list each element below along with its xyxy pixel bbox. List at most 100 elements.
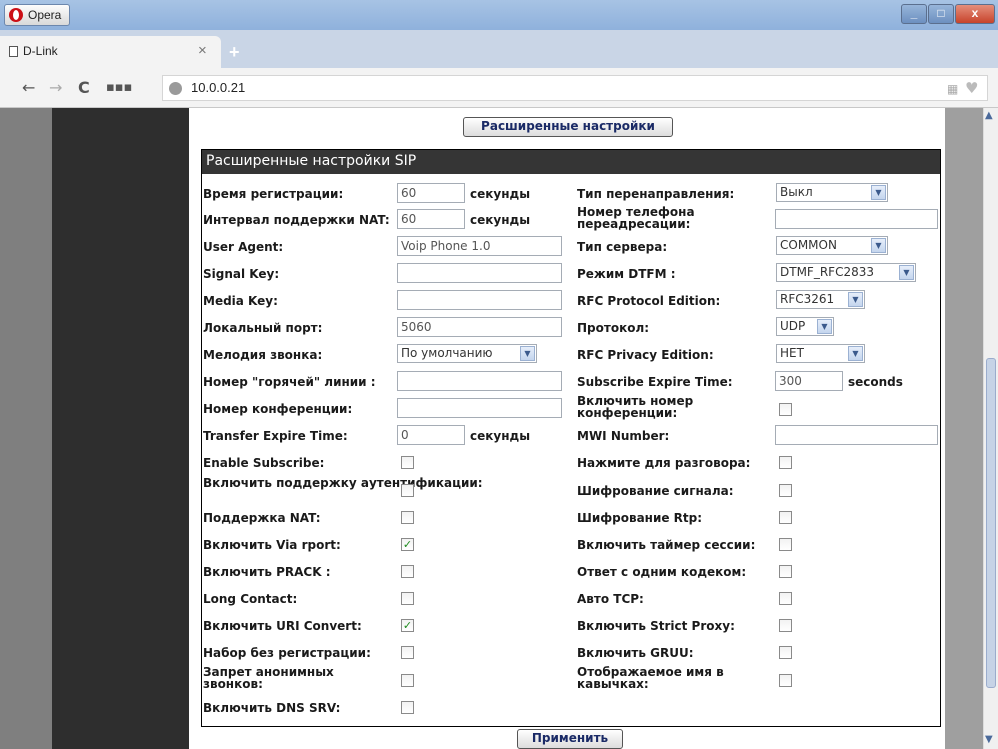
enable-subscribe-checkbox[interactable] [401, 456, 414, 469]
apply-button[interactable]: Применить [517, 729, 623, 749]
rfc-privacy-label: RFC Privacy Edition: [577, 348, 714, 362]
auto-tcp-checkbox[interactable] [779, 592, 792, 605]
address-bar: ← → C ▪▪▪ 10.0.0.21 ▦ ♥ [0, 68, 998, 108]
scroll-down-icon[interactable]: ▼ [985, 734, 993, 745]
nat-interval-input[interactable]: 60 [397, 209, 465, 229]
redirect-number-input[interactable] [775, 209, 938, 229]
subscribe-expire-input[interactable]: 300 [775, 371, 843, 391]
chevron-down-icon: ▼ [520, 346, 535, 361]
heart-icon[interactable]: ♥ [965, 79, 978, 97]
single-codec-label: Ответ с одним кодеком: [577, 565, 747, 579]
strict-proxy-checkbox[interactable] [779, 619, 792, 632]
reg-time-label: Время регистрации: [203, 187, 344, 201]
window-titlebar: Opera _ □ x [0, 0, 998, 30]
transfer-expire-input[interactable]: 0 [397, 425, 465, 445]
reload-icon[interactable]: C [78, 78, 90, 97]
redirect-type-label: Тип перенаправления: [577, 187, 735, 201]
session-timer-checkbox[interactable] [779, 538, 792, 551]
server-type-label: Тип сервера: [577, 240, 668, 254]
left-margin [0, 108, 52, 749]
anon-block-checkbox[interactable] [401, 674, 414, 687]
dtmf-select[interactable]: DTMF_RFC2833 ▼ [776, 263, 916, 282]
tab-dlink[interactable]: D-Link × [0, 36, 221, 68]
gruu-checkbox[interactable] [779, 646, 792, 659]
left-sidebar [52, 108, 189, 749]
rfc-protocol-select[interactable]: RFC3261 ▼ [776, 290, 865, 309]
push-to-talk-checkbox[interactable] [779, 456, 792, 469]
close-window-button[interactable]: x [955, 4, 995, 24]
quoted-name-checkbox[interactable] [779, 674, 792, 687]
redirect-type-select[interactable]: Выкл ▼ [776, 183, 888, 202]
quoted-name-label: Отображаемое имя в кавычках: [577, 665, 724, 691]
opera-menu-label: Opera [28, 8, 62, 22]
single-codec-checkbox[interactable] [779, 565, 792, 578]
enable-conf-number-checkbox[interactable] [779, 403, 792, 416]
site-info-icon[interactable] [169, 82, 182, 95]
speed-dial-add-icon[interactable]: ▦ [947, 82, 958, 96]
long-contact-checkbox[interactable] [401, 592, 414, 605]
main-content: Расширенные настройки Расширенные настро… [189, 108, 945, 749]
maximize-button[interactable]: □ [928, 4, 954, 24]
conference-label: Номер конференции: [203, 402, 353, 416]
auth-support-label: Включить поддержку аутентификации: [203, 476, 483, 490]
minimize-button[interactable]: _ [901, 4, 927, 24]
ringtone-label: Мелодия звонка: [203, 348, 323, 362]
via-rport-checkbox[interactable]: ✓ [401, 538, 414, 551]
ringtone-select[interactable]: По умолчанию ▼ [397, 344, 537, 363]
enable-conf-number-label: Включить номер конференции: [577, 394, 694, 420]
anon-block-label: Запрет анонимных звонков: [203, 665, 334, 691]
nat-support-label: Поддержка NAT: [203, 511, 321, 525]
vertical-scrollbar[interactable]: ▲ ▼ [983, 108, 998, 749]
local-port-input[interactable]: 5060 [397, 317, 562, 337]
protocol-label: Протокол: [577, 321, 650, 335]
redirect-number-label: Номер телефона переадресации: [577, 205, 695, 231]
nat-interval-unit: секунды [470, 213, 531, 227]
mwi-number-label: MWI Number: [577, 429, 670, 443]
transfer-expire-unit: секунды [470, 429, 531, 443]
dns-srv-label: Включить DNS SRV: [203, 701, 341, 715]
rtp-encryption-checkbox[interactable] [779, 511, 792, 524]
dial-no-reg-checkbox[interactable] [401, 646, 414, 659]
sip-settings-panel: Расширенные настройки SIP Время регистра… [201, 149, 941, 727]
rfc-protocol-value: RFC3261 [780, 292, 835, 306]
reg-time-input[interactable]: 60 [397, 183, 465, 203]
opera-menu-button[interactable]: Opera [4, 4, 70, 26]
dtmf-value: DTMF_RFC2833 [780, 265, 874, 279]
session-timer-label: Включить таймер сессии: [577, 538, 756, 552]
dns-srv-checkbox[interactable] [401, 701, 414, 714]
server-type-select[interactable]: COMMON ▼ [776, 236, 888, 255]
speed-dial-icon[interactable]: ▪▪▪ [106, 80, 132, 95]
right-margin [945, 108, 983, 749]
rfc-privacy-select[interactable]: НЕТ ▼ [776, 344, 865, 363]
url-field[interactable]: 10.0.0.21 ▦ ♥ [162, 75, 988, 101]
signal-key-input[interactable] [397, 263, 562, 283]
user-agent-input[interactable]: Voip Phone 1.0 [397, 236, 562, 256]
mwi-number-input[interactable] [775, 425, 938, 445]
tab-close-icon[interactable]: × [198, 42, 207, 59]
new-tab-button[interactable]: + [229, 42, 240, 63]
forward-icon[interactable]: → [49, 78, 62, 97]
signal-encryption-checkbox[interactable] [779, 484, 792, 497]
server-type-value: COMMON [780, 238, 837, 252]
protocol-select[interactable]: UDP ▼ [776, 317, 834, 336]
hotline-input[interactable] [397, 371, 562, 391]
scroll-up-icon[interactable]: ▲ [985, 110, 993, 121]
nat-support-checkbox[interactable] [401, 511, 414, 524]
tab-bar: D-Link × + [0, 30, 998, 68]
media-key-input[interactable] [397, 290, 562, 310]
media-key-label: Media Key: [203, 294, 278, 308]
signal-encryption-label: Шифрование сигнала: [577, 484, 734, 498]
prack-checkbox[interactable] [401, 565, 414, 578]
scroll-thumb[interactable] [986, 358, 996, 688]
tab-title: D-Link [23, 44, 58, 58]
hotline-label: Номер "горячей" линии : [203, 375, 376, 389]
dial-no-reg-label: Набор без регистрации: [203, 646, 371, 660]
enable-subscribe-label: Enable Subscribe: [203, 456, 325, 470]
auth-support-checkbox[interactable] [401, 484, 414, 497]
url-text[interactable]: 10.0.0.21 [191, 80, 245, 95]
back-icon[interactable]: ← [22, 78, 35, 97]
page-icon [9, 46, 18, 57]
advanced-settings-button[interactable]: Расширенные настройки [463, 117, 673, 137]
uri-convert-checkbox[interactable]: ✓ [401, 619, 414, 632]
conference-input[interactable] [397, 398, 562, 418]
